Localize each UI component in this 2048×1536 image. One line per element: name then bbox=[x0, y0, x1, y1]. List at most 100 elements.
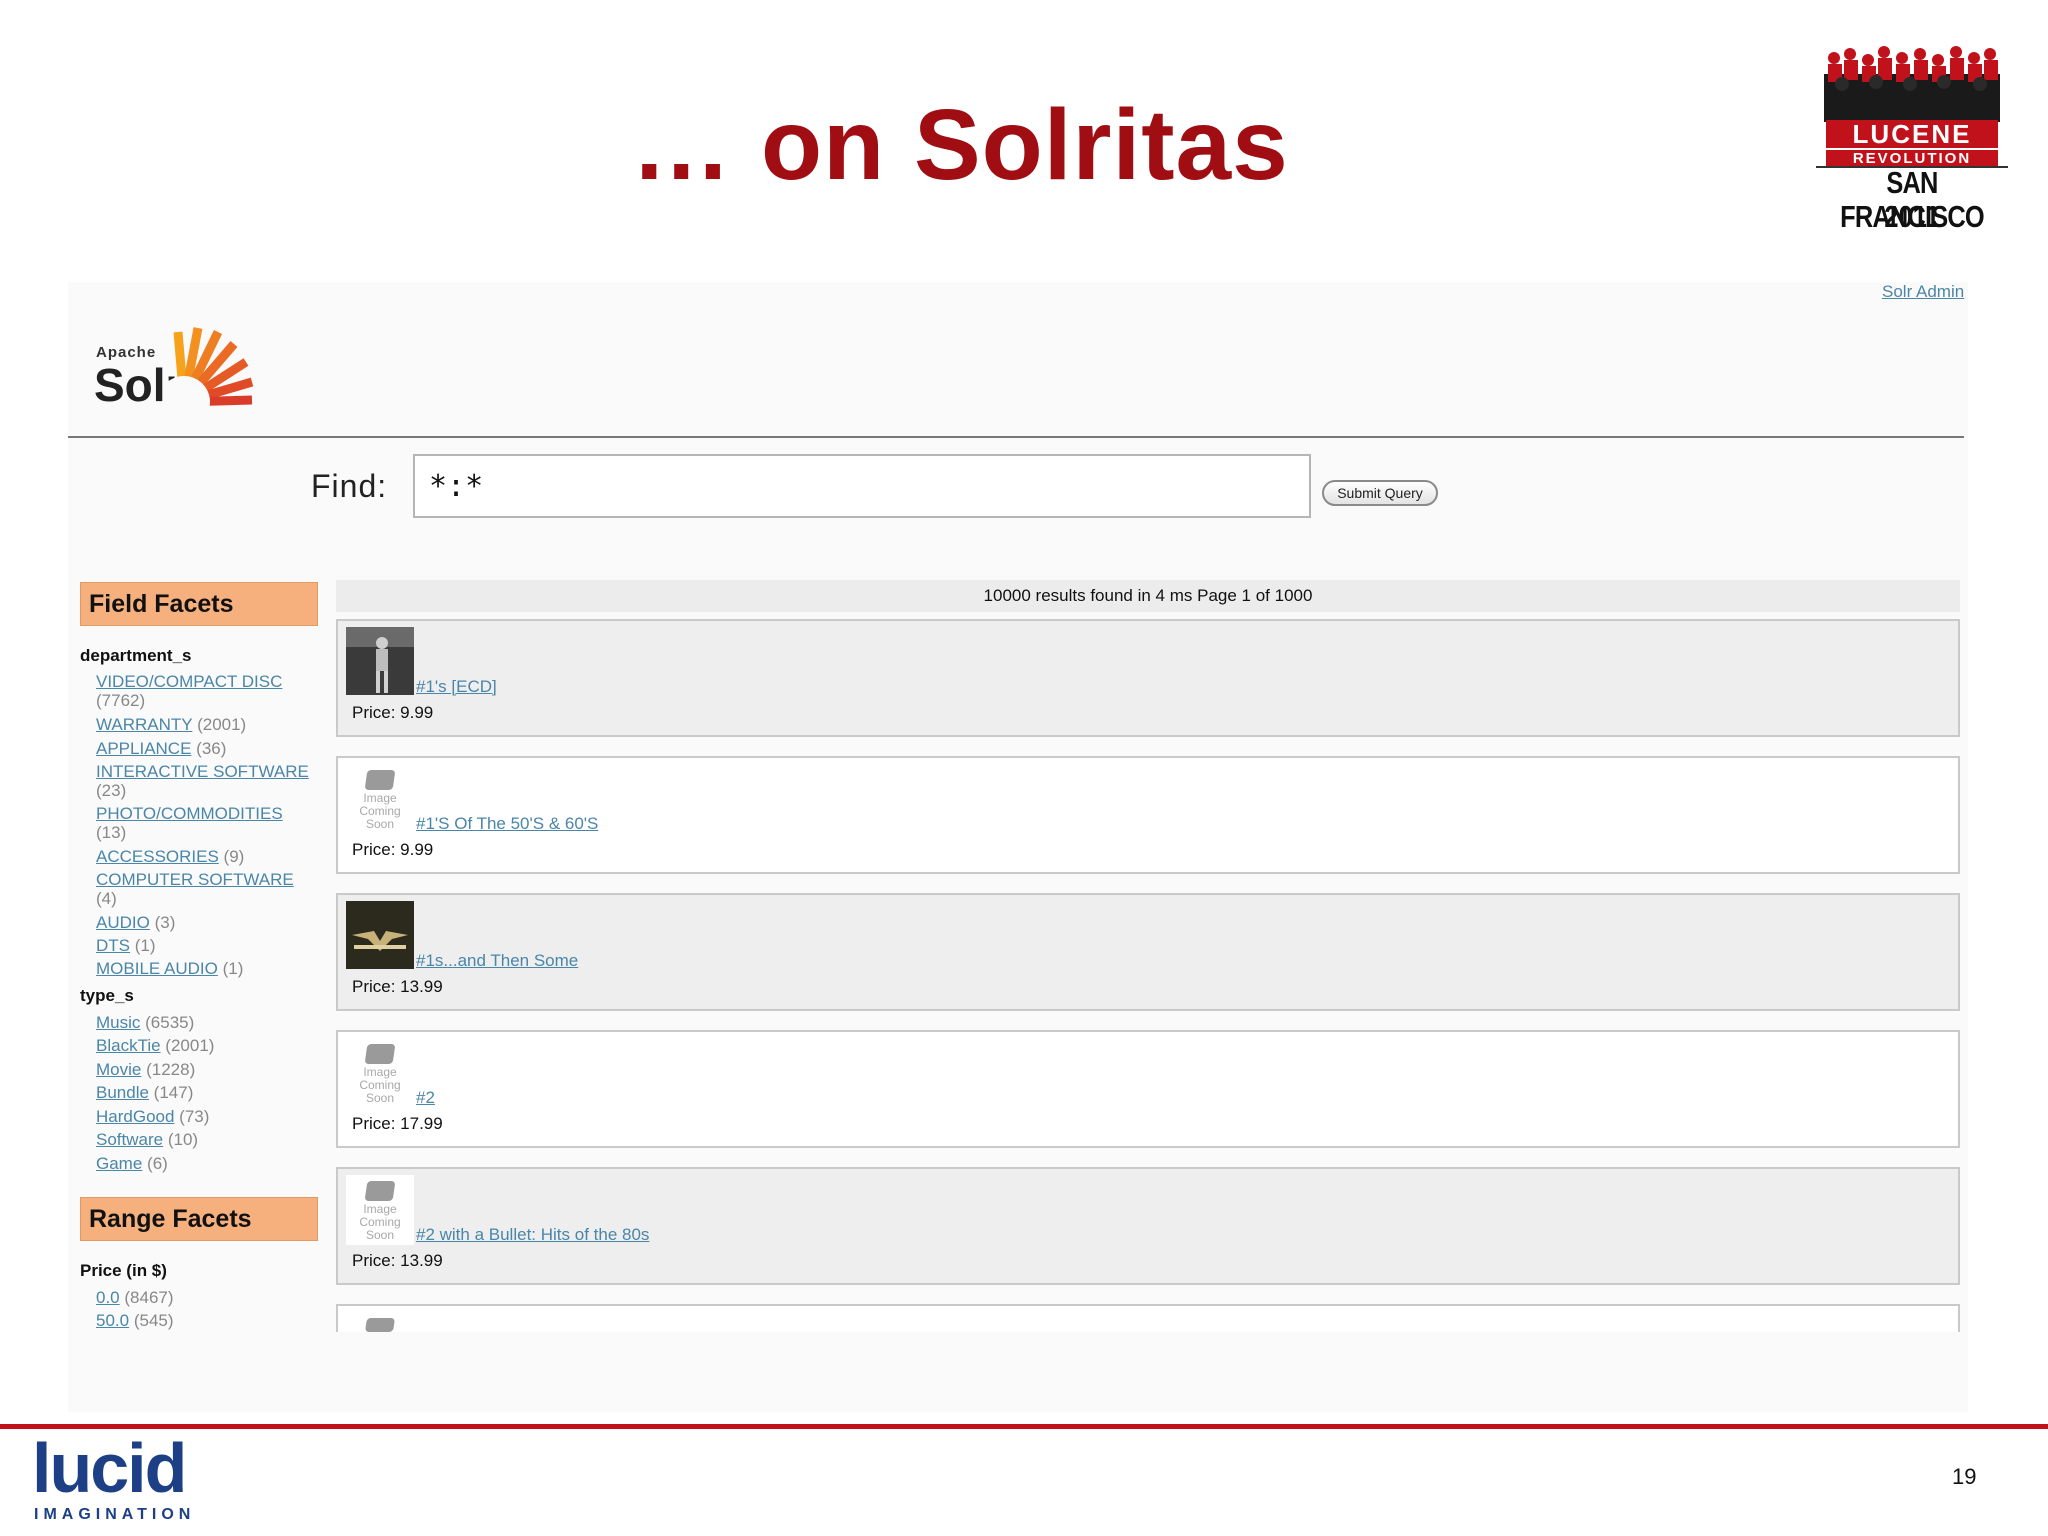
result-price: Price: 13.99 bbox=[352, 977, 443, 996]
facet-item: Game (6) bbox=[96, 1154, 322, 1173]
revolution-wordmark: REVOLUTION bbox=[1826, 148, 1998, 167]
facet-link[interactable]: AUDIO bbox=[96, 913, 150, 932]
result-price: Price: 17.99 bbox=[352, 1114, 443, 1133]
result-item: #1s...and Then Some Price: 13.99 bbox=[336, 893, 1960, 1011]
facet-item: Movie (1228) bbox=[96, 1060, 322, 1079]
facet-item: PHOTO/COMMODITIES (13) bbox=[96, 804, 322, 842]
result-price: Price: 13.99 bbox=[352, 1251, 443, 1270]
facet-count: (13) bbox=[96, 823, 127, 842]
facet-count: (6535) bbox=[145, 1013, 195, 1032]
facet-count: (2001) bbox=[197, 715, 247, 734]
facet-link[interactable]: Music bbox=[96, 1013, 140, 1032]
crowd-icon bbox=[1824, 46, 2000, 122]
facet-link[interactable]: COMPUTER SOFTWARE bbox=[96, 870, 294, 889]
facet-item: WARRANTY (2001) bbox=[96, 715, 322, 734]
facet-link[interactable]: PHOTO/COMMODITIES bbox=[96, 804, 283, 823]
camera-icon bbox=[364, 770, 396, 790]
sunburst-icon bbox=[164, 327, 254, 406]
result-title-link[interactable]: #2 bbox=[416, 1088, 435, 1108]
facet-link[interactable]: 50.0 bbox=[96, 1311, 129, 1330]
facet-item: 50.0 (545) bbox=[96, 1311, 322, 1330]
facet-item: INTERACTIVE SOFTWARE (23) bbox=[96, 762, 322, 800]
facet-link[interactable]: Movie bbox=[96, 1060, 141, 1079]
facet-field-price: Price (in $) bbox=[80, 1261, 167, 1280]
facet-link[interactable]: ACCESSORIES bbox=[96, 847, 219, 866]
facet-item: ACCESSORIES (9) bbox=[96, 847, 322, 866]
result-item: Image Coming Soon #1'S Of The 50'S & 60'S … bbox=[336, 756, 1960, 874]
facet-link[interactable]: Bundle bbox=[96, 1083, 149, 1102]
facet-link[interactable]: HardGood bbox=[96, 1107, 174, 1126]
header-divider bbox=[68, 436, 1964, 438]
facet-item: DTS (1) bbox=[96, 936, 322, 955]
album-thumbnail[interactable] bbox=[346, 901, 414, 969]
placeholder-text: Image Coming Soon bbox=[359, 791, 401, 831]
facet-item: HardGood (73) bbox=[96, 1107, 322, 1126]
facet-link[interactable]: DTS bbox=[96, 936, 130, 955]
facet-item: APPLIANCE (36) bbox=[96, 739, 322, 758]
results-summary: 10000 results found in 4 ms Page 1 of 10… bbox=[336, 580, 1960, 612]
facet-field-department: department_s bbox=[80, 646, 192, 665]
facet-item: Software (10) bbox=[96, 1130, 322, 1149]
facet-count: (147) bbox=[153, 1083, 194, 1102]
image-placeholder: Image Coming Soon bbox=[346, 1038, 414, 1108]
facet-link[interactable]: Game bbox=[96, 1154, 142, 1173]
facet-count: (1) bbox=[134, 936, 156, 955]
query-input[interactable] bbox=[413, 454, 1311, 518]
placeholder-text: Image Coming Soon bbox=[359, 1202, 401, 1242]
result-title-link[interactable]: #1s...and Then Some bbox=[416, 951, 578, 971]
result-title-link[interactable]: #1's [ECD] bbox=[416, 677, 497, 697]
camera-icon bbox=[364, 1181, 396, 1201]
facet-item: 0.0 (8467) bbox=[96, 1288, 322, 1307]
facet-count: (8467) bbox=[124, 1288, 174, 1307]
facet-count: (36) bbox=[196, 739, 227, 758]
facet-count: (73) bbox=[179, 1107, 210, 1126]
result-item-partial bbox=[336, 1304, 1960, 1332]
facet-count: (9) bbox=[223, 847, 245, 866]
lucene-revolution-logo: LUCENE REVOLUTION SAN FRANCISCO 2011 bbox=[1816, 40, 2008, 236]
field-facets-header: Field Facets bbox=[80, 582, 318, 626]
facet-item: Music (6535) bbox=[96, 1013, 322, 1032]
facet-link[interactable]: MOBILE AUDIO bbox=[96, 959, 218, 978]
facet-count: (7762) bbox=[96, 691, 146, 710]
apache-solr-logo: Apache Solr bbox=[94, 324, 254, 412]
facet-count: (3) bbox=[154, 913, 176, 932]
facet-link[interactable]: INTERACTIVE SOFTWARE bbox=[96, 762, 309, 781]
lucid-imagination-logo: lucid IMAGINATION bbox=[32, 1429, 202, 1526]
facet-count: (4) bbox=[96, 889, 117, 908]
facet-field-type: type_s bbox=[80, 986, 134, 1005]
camera-icon bbox=[365, 1318, 395, 1332]
result-item: #1's [ECD] Price: 9.99 bbox=[336, 619, 1960, 737]
imagination-wordmark: IMAGINATION bbox=[34, 1506, 196, 1523]
facet-count: (10) bbox=[167, 1130, 199, 1149]
find-label: Find: bbox=[311, 468, 388, 504]
footer-divider bbox=[0, 1424, 2048, 1429]
facet-link[interactable]: 0.0 bbox=[96, 1288, 120, 1307]
facet-link[interactable]: VIDEO/COMPACT DISC bbox=[96, 672, 282, 691]
facet-item: COMPUTER SOFTWARE (4) bbox=[96, 870, 322, 908]
conference-year: 2011 bbox=[1884, 199, 1940, 234]
result-item: Image Coming Soon #2 with a Bullet: Hits o… bbox=[336, 1167, 1960, 1285]
facet-count: (545) bbox=[133, 1311, 174, 1330]
facet-count: (1228) bbox=[146, 1060, 196, 1079]
facet-count: (23) bbox=[96, 781, 127, 800]
facet-link[interactable]: WARRANTY bbox=[96, 715, 192, 734]
album-thumbnail[interactable] bbox=[346, 627, 414, 695]
result-item: Image Coming Soon #2 Price: 17.99 bbox=[336, 1030, 1960, 1148]
solr-admin-link[interactable]: Solr Admin bbox=[1882, 282, 1964, 302]
facet-count: (6) bbox=[147, 1154, 168, 1173]
facet-link[interactable]: Software bbox=[96, 1130, 163, 1149]
facet-count: (1) bbox=[222, 959, 244, 978]
camera-icon bbox=[364, 1044, 396, 1064]
result-price: Price: 9.99 bbox=[352, 703, 434, 722]
facet-link[interactable]: APPLIANCE bbox=[96, 739, 191, 758]
result-title-link[interactable]: #1'S Of The 50'S & 60'S bbox=[416, 814, 598, 834]
facet-count: (2001) bbox=[165, 1036, 215, 1055]
result-title-link[interactable]: #2 with a Bullet: Hits of the 80s bbox=[416, 1225, 649, 1245]
submit-query-button[interactable]: Submit Query bbox=[1322, 480, 1438, 506]
image-placeholder: Image Coming Soon bbox=[346, 1175, 414, 1245]
facet-item: VIDEO/COMPACT DISC (7762) bbox=[96, 672, 322, 710]
facet-link[interactable]: BlackTie bbox=[96, 1036, 161, 1055]
image-placeholder: Image Coming Soon bbox=[346, 764, 414, 834]
result-price: Price: 9.99 bbox=[352, 840, 434, 859]
placeholder-text: Image Coming Soon bbox=[359, 1065, 401, 1105]
